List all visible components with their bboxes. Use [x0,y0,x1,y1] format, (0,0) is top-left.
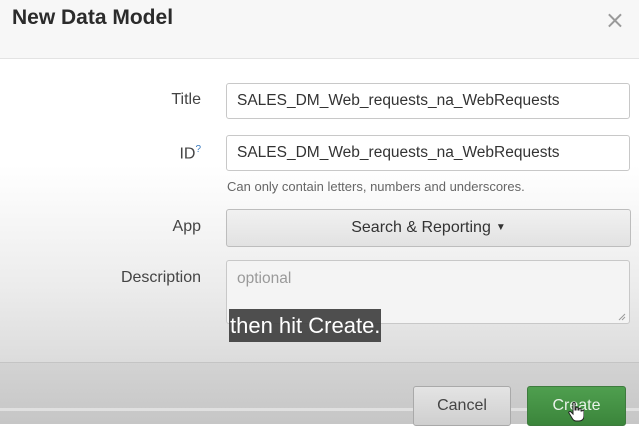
resize-handle-icon[interactable] [618,313,626,321]
hand-cursor-icon [568,402,584,422]
id-input[interactable]: SALES_DM_Web_requests_na_WebRequests [226,135,630,171]
app-dropdown[interactable]: Search & Reporting ▼ [226,209,631,247]
modal-title: New Data Model [12,6,174,29]
title-label: Title [171,91,201,108]
cancel-button[interactable]: Cancel [413,386,511,426]
app-label: App [172,218,201,235]
modal-header: New Data Model × [0,0,639,59]
app-dropdown-value: Search & Reporting [351,219,491,236]
description-label: Description [120,269,201,286]
description-placeholder: optional [237,270,292,287]
id-help-icon[interactable]: ? [195,144,201,155]
caret-down-icon: ▼ [495,222,506,233]
video-caption: then hit Create. [229,309,382,342]
id-label-text: ID [179,145,196,163]
title-input[interactable]: SALES_DM_Web_requests_na_WebRequests [226,83,630,119]
close-icon[interactable]: × [605,6,625,34]
id-help-text: Can only contain letters, numbers and un… [227,179,525,194]
id-label: ID? [179,144,201,163]
